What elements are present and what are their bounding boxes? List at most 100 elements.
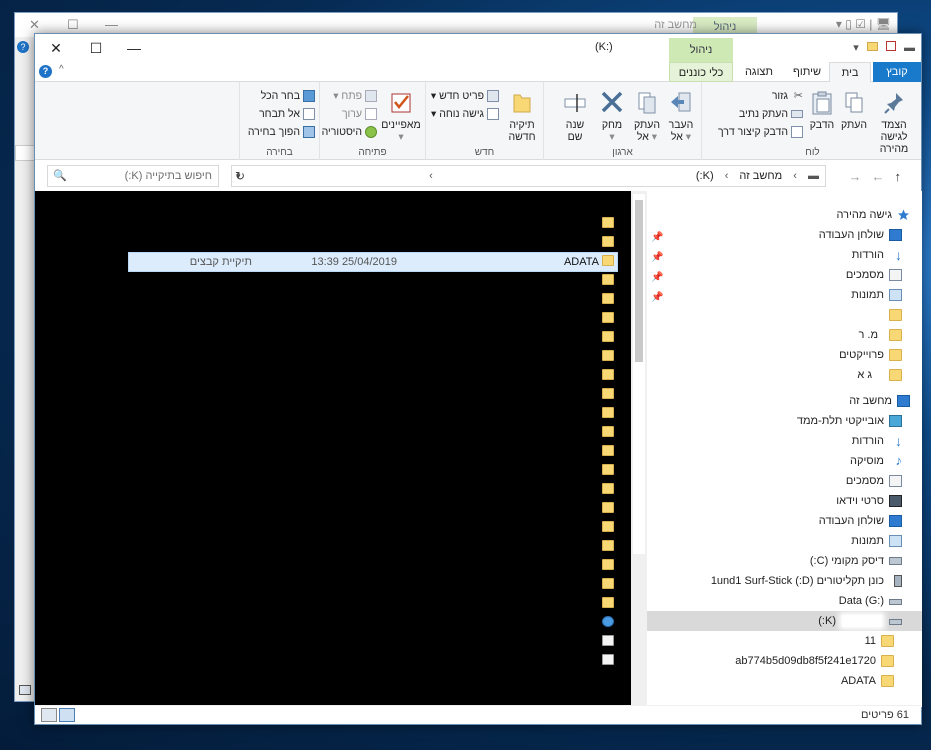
table-row-selected[interactable]: ADATA 25/04/2019 13:39 תיקיית קבצים	[128, 252, 618, 272]
copy-path-button[interactable]: העתק נתיב	[739, 106, 803, 122]
nav-k-drive[interactable]: (K:)	[647, 611, 922, 631]
qat-dropdown-icon[interactable]: ▾	[853, 42, 859, 54]
select-none-button[interactable]: אל תבחר	[259, 106, 315, 122]
large-icons-view-icon[interactable]	[59, 708, 75, 722]
manage-tab[interactable]: ניהול	[669, 38, 733, 62]
nav-projects[interactable]: פרוייקטים	[647, 345, 922, 365]
folder-icon[interactable]	[602, 331, 614, 342]
cut-button[interactable]: ✂גזור	[772, 88, 803, 104]
nav-masked-folder-1[interactable]	[647, 305, 922, 325]
folder-icon[interactable]	[602, 274, 614, 285]
nav-pc-item[interactable]: ↓ הורדות	[647, 431, 922, 451]
nav-k-child[interactable]: 11	[647, 631, 922, 651]
breadcrumb-chevron-icon-3[interactable]: ›	[429, 170, 433, 182]
select-all-button[interactable]: בחר הכל	[261, 88, 315, 104]
file-list[interactable]: ADATA 25/04/2019 13:39 תיקיית קבצים	[35, 191, 647, 707]
history-button[interactable]: היסטוריה	[322, 124, 377, 140]
folder-icon[interactable]	[602, 217, 614, 228]
quick-access-toolbar[interactable]: ▾ ▬	[848, 41, 915, 54]
nav-quick-documents[interactable]: מסמכים 📌	[647, 265, 922, 285]
delete-button[interactable]: מחק ▾	[597, 90, 627, 143]
document-icon[interactable]	[602, 635, 614, 646]
background-help-icon[interactable]: ?	[17, 41, 29, 53]
rename-button[interactable]: שנה שם	[559, 90, 591, 143]
folder-icon[interactable]	[602, 426, 614, 437]
breadcrumb-this-pc[interactable]: מחשב זה	[739, 170, 782, 182]
nav-quick-pictures[interactable]: תמונות 📌	[647, 285, 922, 305]
copy-button[interactable]: העתק	[839, 90, 869, 131]
refresh-icon[interactable]: ↻	[229, 165, 251, 187]
folder-icon[interactable]	[602, 521, 614, 532]
folder-icon[interactable]	[602, 578, 614, 589]
new-folder-button[interactable]: תיקיה חדשה	[505, 90, 539, 143]
nav-pc-item[interactable]: שולחן העבודה	[647, 511, 922, 531]
folder-icon[interactable]	[602, 388, 614, 399]
background-maximize-button[interactable]: ☐	[67, 17, 79, 33]
tab-view[interactable]: תצוגה	[735, 62, 783, 82]
folder-icon[interactable]	[602, 540, 614, 551]
folder-icon[interactable]	[602, 236, 614, 247]
tab-disk-tools[interactable]: כלי כוננים	[669, 62, 733, 82]
nav-surf-stick[interactable]: כונן תקליטורים (D:) 1und1 Surf-Stick	[647, 571, 922, 591]
easy-access-button[interactable]: גישה נוחה ▾	[431, 106, 499, 122]
nav-this-pc[interactable]: מחשב זה	[647, 391, 922, 411]
up-arrow-icon[interactable]: ↑	[895, 169, 912, 184]
paste-button[interactable]: הדבק	[807, 90, 837, 131]
nav-masked-folder-3[interactable]: ג א	[647, 365, 922, 385]
folder-icon[interactable]	[602, 559, 614, 570]
background-quick-access-toolbar[interactable]: ▾ ▯ ☑ | 🖥	[836, 17, 891, 31]
details-view-icon[interactable]	[41, 708, 57, 722]
search-box[interactable]: חיפוש בתיקייה (K:) 🔍	[47, 165, 219, 187]
properties-button[interactable]: מאפיינים ▾	[381, 90, 421, 143]
tab-share[interactable]: שיתוף	[785, 62, 829, 82]
qat-properties-icon[interactable]	[885, 41, 896, 51]
open-button[interactable]: פתח ▾	[333, 88, 377, 104]
invert-selection-button[interactable]: הפוך בחירה	[248, 124, 315, 140]
background-minimize-button[interactable]: —	[105, 17, 118, 32]
collapse-ribbon-icon[interactable]: ^	[59, 64, 64, 75]
address-bar[interactable]: ▬ › מחשב זה › (K:) › ▾	[231, 165, 826, 187]
document-icon[interactable]	[602, 654, 614, 665]
tab-file[interactable]: קובץ	[873, 62, 921, 82]
nav-pc-item[interactable]: מסמכים	[647, 471, 922, 491]
nav-k-child[interactable]: ADATA	[647, 671, 922, 691]
folder-icon[interactable]	[602, 369, 614, 380]
back-arrow-icon[interactable]: ←	[872, 169, 895, 184]
folder-icon[interactable]	[602, 445, 614, 456]
folder-icon[interactable]	[602, 255, 614, 266]
folder-icon[interactable]	[602, 502, 614, 513]
nav-pc-item[interactable]: סרטי וידאו	[647, 491, 922, 511]
new-item-button[interactable]: פריט חדש ▾	[431, 88, 499, 104]
folder-icon[interactable]	[602, 464, 614, 475]
folder-icon[interactable]	[602, 293, 614, 304]
background-view-icon[interactable]	[19, 685, 31, 695]
folder-icon[interactable]	[602, 597, 614, 608]
help-icon[interactable]: ?	[39, 65, 52, 78]
breadcrumb-chevron-icon-2[interactable]: ›	[725, 170, 729, 182]
qat-folder-icon[interactable]	[866, 42, 878, 51]
folder-icon[interactable]	[602, 312, 614, 323]
tab-home[interactable]: בית	[829, 62, 871, 83]
nav-quick-desktop[interactable]: שולחן העבודה 📌	[647, 225, 922, 245]
folder-icon[interactable]	[602, 407, 614, 418]
nav-quick-downloads[interactable]: ↓ הורדות 📌	[647, 245, 922, 265]
nav-k-child[interactable]: ab774b5d09db8f5f241e1720	[647, 651, 922, 671]
breadcrumb-drive[interactable]: (K:)	[696, 170, 714, 182]
paste-shortcut-button[interactable]: הדבק קיצור דרך	[718, 124, 803, 140]
move-to-button[interactable]: העבר אל ▾	[665, 90, 697, 143]
nav-quick-access[interactable]: גישה מהירה	[647, 205, 922, 225]
nav-masked-folder-2[interactable]: מ. ר	[647, 325, 922, 345]
web-file-icon[interactable]	[602, 616, 614, 627]
minimize-button[interactable]: —	[119, 37, 149, 59]
explorer-window[interactable]: ✕ ☐ — (K:) ניהול ▾ ▬ ? ^ קובץ בית שיתוף …	[34, 33, 922, 725]
folder-icon[interactable]	[602, 350, 614, 361]
nav-local-disk[interactable]: דיסק מקומי (C:)	[647, 551, 922, 571]
nav-pc-item[interactable]: ♪ מוסיקה	[647, 451, 922, 471]
pin-quick-access-button[interactable]: הצמד לגישה מהירה	[871, 90, 917, 155]
maximize-button[interactable]: ☐	[81, 37, 111, 59]
breadcrumb-chevron-icon[interactable]: ›	[793, 170, 797, 182]
close-button[interactable]: ✕	[41, 37, 71, 59]
folder-icon[interactable]	[602, 483, 614, 494]
nav-pc-item[interactable]: תמונות	[647, 531, 922, 551]
vertical-scrollbar[interactable]	[633, 194, 645, 554]
